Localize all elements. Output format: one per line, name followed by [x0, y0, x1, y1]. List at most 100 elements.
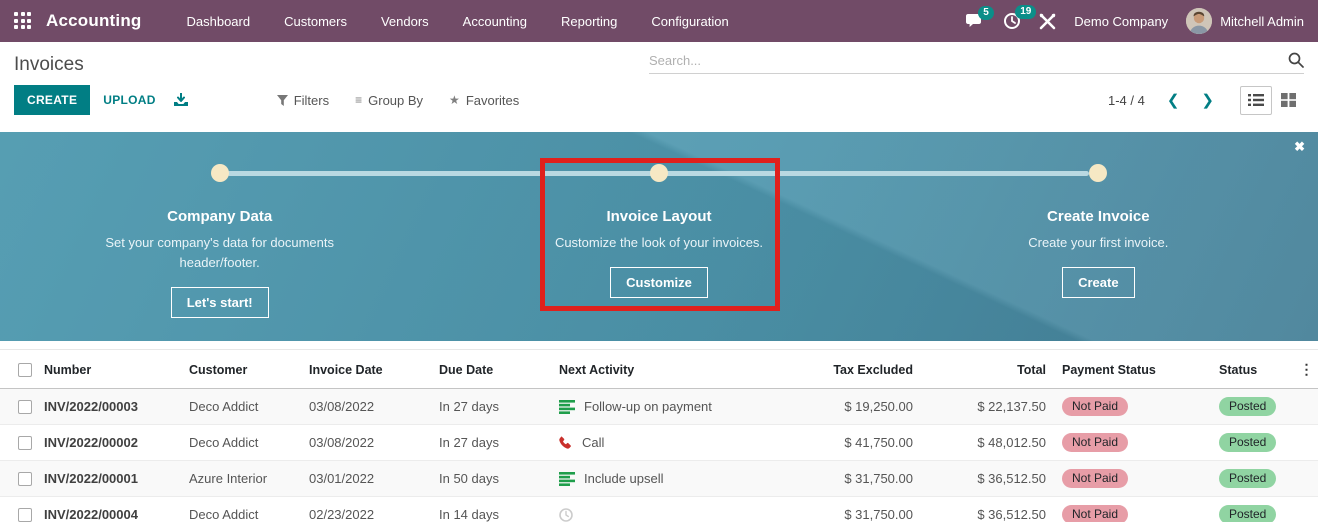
cell-tax-excluded: $ 19,250.00 — [790, 389, 925, 425]
column-header-status[interactable]: Status — [1215, 350, 1295, 389]
invoices-list: Number Customer Invoice Date Due Date Ne… — [0, 349, 1318, 522]
group-by-button[interactable]: ≡ Group By — [355, 93, 423, 108]
menu-configuration[interactable]: Configuration — [634, 0, 745, 42]
onboarding-step-invoice-layout: Invoice Layout Customize the look of you… — [439, 164, 878, 341]
search-box[interactable] — [649, 52, 1304, 74]
cell-due-date: In 50 days — [435, 461, 555, 497]
column-header-next-activity[interactable]: Next Activity — [555, 350, 790, 389]
cell-customer: Deco Addict — [185, 389, 305, 425]
onboarding-step-create-invoice: Create Invoice Create your first invoice… — [879, 164, 1318, 341]
menu-reporting[interactable]: Reporting — [544, 0, 634, 42]
tasks-icon[interactable] — [559, 400, 575, 414]
cell-activity-label: Include upsell — [584, 471, 664, 486]
banner-close-icon[interactable]: ✖ — [1294, 139, 1305, 155]
column-header-payment-status[interactable]: Payment Status — [1058, 350, 1215, 389]
user-avatar[interactable] — [1186, 8, 1212, 34]
onboarding-step-company-data: Company Data Set your company's data for… — [0, 164, 439, 341]
cell-customer: Deco Addict — [185, 425, 305, 461]
cell-customer: Deco Addict — [185, 497, 305, 522]
messages-button[interactable]: 5 — [966, 13, 985, 30]
cell-invoice-date: 03/01/2022 — [305, 461, 435, 497]
step-dot-icon — [1089, 164, 1107, 182]
tools-icon — [1039, 13, 1056, 30]
cell-activity-label: Call — [582, 435, 604, 450]
customize-button[interactable]: Customize — [610, 267, 708, 298]
menu-accounting[interactable]: Accounting — [446, 0, 544, 42]
cell-total: $ 22,137.50 — [925, 389, 1058, 425]
select-all-checkbox[interactable] — [18, 363, 32, 377]
cell-invoice-date: 03/08/2022 — [305, 389, 435, 425]
step-description: Create your first invoice. — [1028, 233, 1168, 253]
menu-dashboard[interactable]: Dashboard — [170, 0, 268, 42]
row-checkbox[interactable] — [18, 400, 32, 414]
row-checkbox[interactable] — [18, 436, 32, 450]
list-view-button[interactable] — [1240, 86, 1272, 115]
page-title: Invoices — [14, 54, 84, 76]
tasks-icon[interactable] — [559, 472, 575, 486]
optional-columns-icon[interactable]: ⋮ — [1295, 350, 1318, 389]
status-badge: Posted — [1219, 397, 1276, 416]
cell-number: INV/2022/00003 — [40, 389, 185, 425]
cell-total: $ 36,512.50 — [925, 497, 1058, 522]
search-input[interactable] — [649, 53, 1288, 68]
table-row[interactable]: INV/2022/00002 Deco Addict 03/08/2022 In… — [0, 425, 1318, 461]
column-header-customer[interactable]: Customer — [185, 350, 305, 389]
table-header-row: Number Customer Invoice Date Due Date Ne… — [0, 350, 1318, 389]
filters-button[interactable]: Filters — [277, 93, 329, 108]
upload-button[interactable]: UPLOAD — [90, 85, 168, 115]
cell-number: INV/2022/00002 — [40, 425, 185, 461]
top-navbar: Accounting Dashboard Customers Vendors A… — [0, 0, 1318, 42]
step-description: Set your company's data for documents he… — [104, 233, 336, 273]
row-checkbox[interactable] — [18, 508, 32, 522]
column-header-total[interactable]: Total — [925, 350, 1058, 389]
company-switcher[interactable]: Demo Company — [1074, 14, 1168, 29]
clock-icon[interactable] — [559, 508, 573, 522]
cell-due-date: In 14 days — [435, 497, 555, 522]
menu-vendors[interactable]: Vendors — [364, 0, 446, 42]
group-by-label: Group By — [368, 93, 423, 108]
pager-previous-button[interactable]: ❮ — [1161, 91, 1186, 109]
table-row[interactable]: INV/2022/00003 Deco Addict 03/08/2022 In… — [0, 389, 1318, 425]
column-header-number[interactable]: Number — [40, 350, 185, 389]
apps-menu-icon[interactable] — [14, 12, 32, 30]
column-header-tax-excluded[interactable]: Tax Excluded — [790, 350, 925, 389]
column-header-invoice-date[interactable]: Invoice Date — [305, 350, 435, 389]
app-brand[interactable]: Accounting — [46, 11, 142, 31]
control-panel: Invoices CREATE UPLOAD Filters ≡ Group B… — [0, 42, 1318, 132]
user-menu[interactable]: Mitchell Admin — [1220, 14, 1304, 29]
create-invoice-button[interactable]: Create — [1062, 267, 1134, 298]
lets-start-button[interactable]: Let's start! — [171, 287, 269, 318]
pager-range: 1-4 / 4 — [1108, 93, 1145, 108]
create-button[interactable]: CREATE — [14, 85, 90, 115]
cell-total: $ 36,512.50 — [925, 461, 1058, 497]
messages-count-badge: 5 — [978, 6, 994, 20]
debug-tools-button[interactable] — [1039, 13, 1056, 30]
cell-activity-label: Follow-up on payment — [584, 399, 712, 414]
table-row[interactable]: INV/2022/00004 Deco Addict 02/23/2022 In… — [0, 497, 1318, 522]
status-badge: Posted — [1219, 505, 1276, 522]
phone-icon[interactable] — [559, 436, 573, 450]
favorites-button[interactable]: ★ Favorites — [449, 93, 519, 108]
activities-button[interactable]: 19 — [1003, 12, 1021, 30]
row-checkbox[interactable] — [18, 472, 32, 486]
cell-tax-excluded: $ 41,750.00 — [790, 425, 925, 461]
search-icon[interactable] — [1288, 52, 1304, 68]
column-header-due-date[interactable]: Due Date — [435, 350, 555, 389]
step-dot-icon — [211, 164, 229, 182]
cell-invoice-date: 03/08/2022 — [305, 425, 435, 461]
menu-customers[interactable]: Customers — [267, 0, 364, 42]
pager-next-button[interactable]: ❯ — [1195, 91, 1220, 109]
kanban-view-button[interactable] — [1272, 86, 1304, 115]
cell-due-date: In 27 days — [435, 389, 555, 425]
cell-invoice-date: 02/23/2022 — [305, 497, 435, 522]
activities-count-badge: 19 — [1015, 5, 1036, 19]
cell-customer: Azure Interior — [185, 461, 305, 497]
step-description: Customize the look of your invoices. — [555, 233, 763, 253]
step-dot-icon — [650, 164, 668, 182]
table-row[interactable]: INV/2022/00001 Azure Interior 03/01/2022… — [0, 461, 1318, 497]
cell-number: INV/2022/00001 — [40, 461, 185, 497]
status-badge: Posted — [1219, 469, 1276, 488]
cell-tax-excluded: $ 31,750.00 — [790, 461, 925, 497]
download-icon[interactable] — [173, 93, 189, 108]
step-title: Create Invoice — [1047, 208, 1150, 225]
